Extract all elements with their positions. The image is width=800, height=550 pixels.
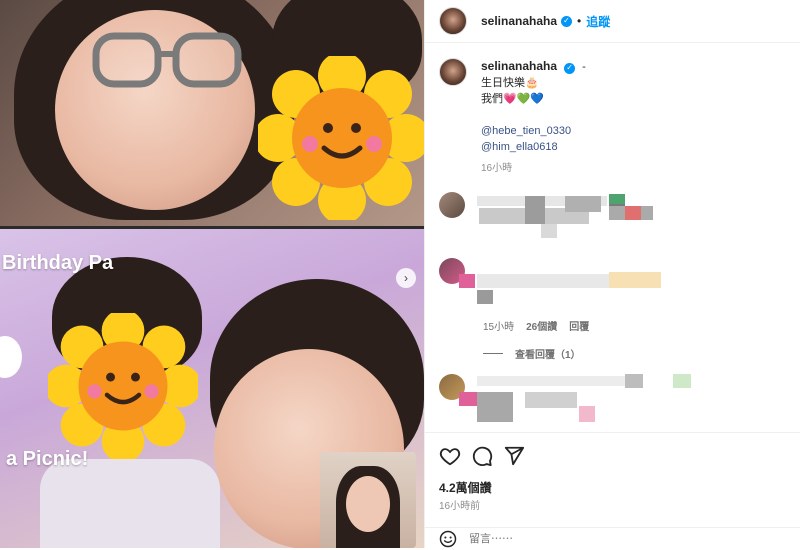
comment-avatar[interactable] (439, 192, 465, 218)
verified-icon: ✓ (564, 62, 576, 74)
mention-link-2[interactable]: @him_ella0618 (481, 139, 586, 155)
comment-time: 15小時 (483, 322, 515, 333)
post-actions: 4.2萬個讚 16小時前 (425, 432, 800, 549)
caption-username[interactable]: selinanahaha (481, 59, 557, 73)
sunflower-sticker-2-icon (48, 313, 198, 459)
share-icon[interactable] (503, 445, 525, 467)
separator: • (577, 14, 582, 28)
child-shirt (40, 459, 220, 548)
sunflower-sticker-icon (258, 56, 424, 220)
comment-1 (439, 192, 465, 218)
next-arrow-icon[interactable]: › (396, 268, 416, 288)
heart-icon[interactable] (439, 445, 461, 467)
comment-input[interactable] (469, 533, 749, 545)
verified-icon: ✓ (561, 15, 573, 27)
likes-count[interactable]: 4.2萬個讚 (439, 479, 492, 496)
mention-link-1[interactable]: @hebe_tien_0330 (481, 123, 586, 139)
more-label: - (582, 61, 586, 73)
inset-photo (320, 452, 416, 548)
banner-text-picnic: a Picnic! (6, 448, 89, 470)
post-time: 16小時前 (439, 501, 481, 512)
comment-meta: 15小時 26個讚 回覆 (483, 318, 589, 333)
comment-bar (425, 527, 800, 550)
comment-likes[interactable]: 26個讚 (526, 318, 557, 333)
comment-icon[interactable] (471, 445, 493, 467)
banner-text-birthday: Birthday Pa (2, 252, 114, 274)
inset-face (346, 476, 390, 532)
photo-top (0, 0, 424, 226)
follow-button[interactable]: 追蹤 (586, 13, 610, 30)
caption-avatar[interactable] (439, 58, 467, 86)
emoji-icon[interactable] (439, 530, 457, 548)
caption: selinanahaha ✓ - 生日快樂🎂 我們💗💚💙 @hebe_tien_… (439, 58, 789, 177)
divider (483, 353, 503, 354)
caption-line2: 我們💗💚💙 (481, 93, 545, 105)
reply-button[interactable]: 回覆 (569, 318, 589, 333)
caption-line1: 生日快樂🎂 (481, 77, 539, 89)
post-media[interactable]: Birthday Pa a Picnic! › (0, 0, 424, 548)
post-sidebar: selinanahaha ✓ • 追蹤 selinanahaha ✓ - 生日快… (424, 0, 800, 548)
post-header: selinanahaha ✓ • 追蹤 (425, 0, 800, 43)
avatar[interactable] (439, 7, 467, 35)
caption-time: 16小時 (481, 163, 513, 174)
username[interactable]: selinanahaha (481, 14, 557, 28)
view-replies-label: 查看回覆（1） (515, 350, 581, 361)
glasses (92, 32, 242, 88)
view-replies-button[interactable]: 查看回覆（1） (483, 346, 581, 361)
